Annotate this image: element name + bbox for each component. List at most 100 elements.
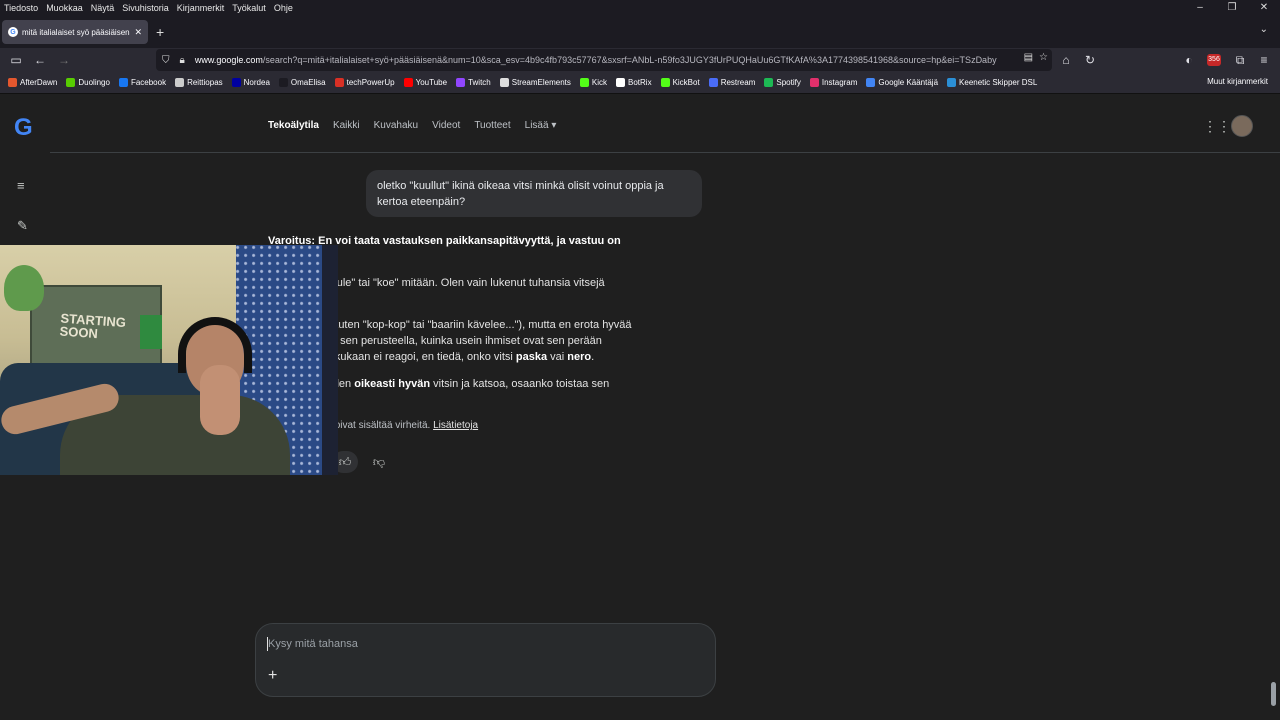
browser-tab[interactable]: G mitä italialaiset syö pääsiäisenä ✕: [2, 20, 148, 44]
tab-title: mitä italialaiset syö pääsiäisenä: [22, 27, 131, 37]
other-bookmarks[interactable]: Muut kirjanmerkit: [1207, 77, 1268, 86]
window-controls: – ❐ ✕: [1184, 0, 1280, 16]
forward-icon[interactable]: →: [56, 52, 72, 68]
tab-videos[interactable]: Videot: [432, 120, 460, 131]
bookmark-favicon-icon: [231, 78, 241, 87]
bookmark-item[interactable]: Duolingo: [66, 78, 110, 87]
menu-edit[interactable]: Muokkaa: [46, 3, 83, 13]
tab-more[interactable]: Lisää ▾: [525, 120, 557, 131]
menu-history[interactable]: Sivuhistoria: [122, 3, 169, 13]
tab-close-icon[interactable]: ✕: [134, 27, 142, 38]
bookmark-item[interactable]: BotRix: [616, 78, 652, 87]
tab-images[interactable]: Kuvahaku: [374, 120, 418, 131]
tab-list-icon[interactable]: ⌄: [1260, 24, 1268, 35]
bookmark-label: BotRix: [628, 78, 652, 87]
bold-good-joke: oikeasti hyvän: [354, 378, 431, 390]
google-favicon-icon: G: [8, 27, 18, 37]
bookmark-item[interactable]: Restream: [708, 78, 756, 87]
scrollbar[interactable]: [1271, 682, 1276, 706]
bookmark-label: Twitch: [468, 78, 491, 87]
google-logo[interactable]: G: [14, 114, 33, 142]
bold-paska: paska: [515, 351, 548, 363]
bookmark-label: Keenetic Skipper DSL: [959, 78, 1038, 87]
avatar[interactable]: [1231, 115, 1253, 137]
menu-bar: Tiedosto Muokkaa Näytä Sivuhistoria Kirj…: [0, 0, 1280, 16]
extension-dark-icon[interactable]: ◐: [1181, 52, 1197, 68]
minimize-button[interactable]: –: [1184, 0, 1216, 16]
bookmark-item[interactable]: StreamElements: [499, 78, 571, 87]
bookmark-label: Reittiopas: [187, 78, 223, 87]
bookmark-item[interactable]: Kick: [579, 78, 607, 87]
bookmark-item[interactable]: Keenetic Skipper DSL: [947, 78, 1037, 87]
bookmark-favicon-icon: [579, 78, 589, 87]
menu-tools[interactable]: Työkalut: [232, 3, 266, 13]
ublock-badge[interactable]: 356: [1207, 54, 1221, 66]
lock-icon[interactable]: 🔒︎: [180, 55, 185, 66]
webcam-flag: [140, 315, 162, 349]
extensions-icon[interactable]: ⧉: [1232, 52, 1248, 68]
reader-view-icon[interactable]: ▤: [1024, 52, 1033, 63]
tab-products[interactable]: Tuotteet: [474, 120, 510, 131]
bookmark-label: Duolingo: [78, 78, 110, 87]
back-icon[interactable]: ←: [32, 52, 48, 68]
bookmark-label: Restream: [720, 78, 756, 87]
divider: [50, 152, 1280, 153]
bookmark-favicon-icon: [616, 78, 625, 87]
bookmark-favicon-icon: [947, 78, 957, 87]
bookmark-item[interactable]: Twitch: [456, 78, 491, 87]
add-attachment-button[interactable]: +: [268, 667, 277, 685]
bookmark-favicon-icon: [403, 78, 413, 87]
bookmark-label: YouTube: [415, 78, 448, 87]
bookmark-item[interactable]: Reittiopas: [175, 78, 223, 87]
menu-file[interactable]: Tiedosto: [4, 3, 38, 13]
bookmark-item[interactable]: Nordea: [231, 78, 270, 87]
webcam-mascot: [4, 265, 44, 311]
url-domain: www.google.com: [194, 55, 263, 65]
tracking-shield-icon[interactable]: ⛉: [162, 55, 170, 66]
bookmark-item[interactable]: KickBot: [660, 78, 700, 87]
home-icon[interactable]: ⌂: [1058, 52, 1074, 68]
menu-bookmarks[interactable]: Kirjanmerkit: [177, 3, 225, 13]
tab-all[interactable]: Kaikki: [333, 120, 360, 131]
bookmark-favicon-icon: [175, 78, 185, 87]
bookmark-label: techPowerUp: [346, 78, 395, 87]
user-message: oletko "kuullut" ikinä oikeaa vitsi mink…: [366, 170, 702, 217]
bookmark-item[interactable]: AfterDawn: [8, 78, 57, 87]
bookmarks-bar: AfterDawn Duolingo Facebook Reittiopas Norde…: [0, 72, 1280, 94]
restore-button[interactable]: ❐: [1216, 0, 1248, 16]
address-bar[interactable]: ⛉ 🔒︎ www.google.com/search?q=mitä+italia…: [156, 49, 1052, 71]
bookmark-star-icon[interactable]: ☆: [1039, 52, 1048, 63]
reload-icon[interactable]: ↻: [1082, 52, 1098, 68]
bookmark-favicon-icon: [334, 78, 344, 87]
tab-ai-mode[interactable]: Tekoälytila: [268, 120, 319, 131]
url-icons: ▤ ☆: [1017, 52, 1048, 63]
bookmark-item[interactable]: OmaElisa: [278, 78, 326, 87]
bookmark-item[interactable]: Spotify: [764, 78, 801, 87]
bookmark-item[interactable]: Facebook: [118, 78, 166, 87]
close-window-button[interactable]: ✕: [1248, 0, 1280, 16]
bookmark-favicon-icon: [708, 78, 718, 87]
bookmark-label: KickBot: [672, 78, 700, 87]
ask-input[interactable]: Kysy mitä tahansa +: [255, 623, 716, 697]
menu-view[interactable]: Näytä: [91, 3, 115, 13]
bookmark-favicon-icon: [866, 78, 876, 87]
bookmark-item[interactable]: Google Kääntäjä: [866, 78, 938, 87]
bookmark-item[interactable]: YouTube: [403, 78, 448, 87]
thumbs-down-icon[interactable]: 👎︎: [366, 451, 392, 473]
p3-end: vitsin ja katsoa, osaanko toistaa sen: [430, 378, 610, 390]
app-menu-icon[interactable]: ≡: [1256, 52, 1272, 68]
new-tab-button[interactable]: +: [156, 24, 164, 40]
ask-placeholder: Kysy mitä tahansa: [268, 638, 358, 650]
bookmark-item[interactable]: Instagram: [809, 78, 858, 87]
bookmark-favicon-icon: [118, 78, 128, 87]
learn-more-link[interactable]: Lisätietoja: [433, 420, 478, 431]
bookmark-label: StreamElements: [511, 78, 571, 87]
url-path: /search?q=mitä+italialaiset+syö+pääsiäis…: [262, 55, 997, 65]
menu-help[interactable]: Ohje: [274, 3, 293, 13]
p2-end: .: [591, 351, 595, 363]
history-list-icon[interactable]: ≡: [17, 178, 25, 193]
sidebar-toggle-icon[interactable]: ▭: [8, 52, 24, 68]
new-chat-icon[interactable]: ✎: [17, 218, 28, 234]
bookmark-label: Instagram: [821, 78, 858, 87]
bookmark-item[interactable]: techPowerUp: [334, 78, 395, 87]
